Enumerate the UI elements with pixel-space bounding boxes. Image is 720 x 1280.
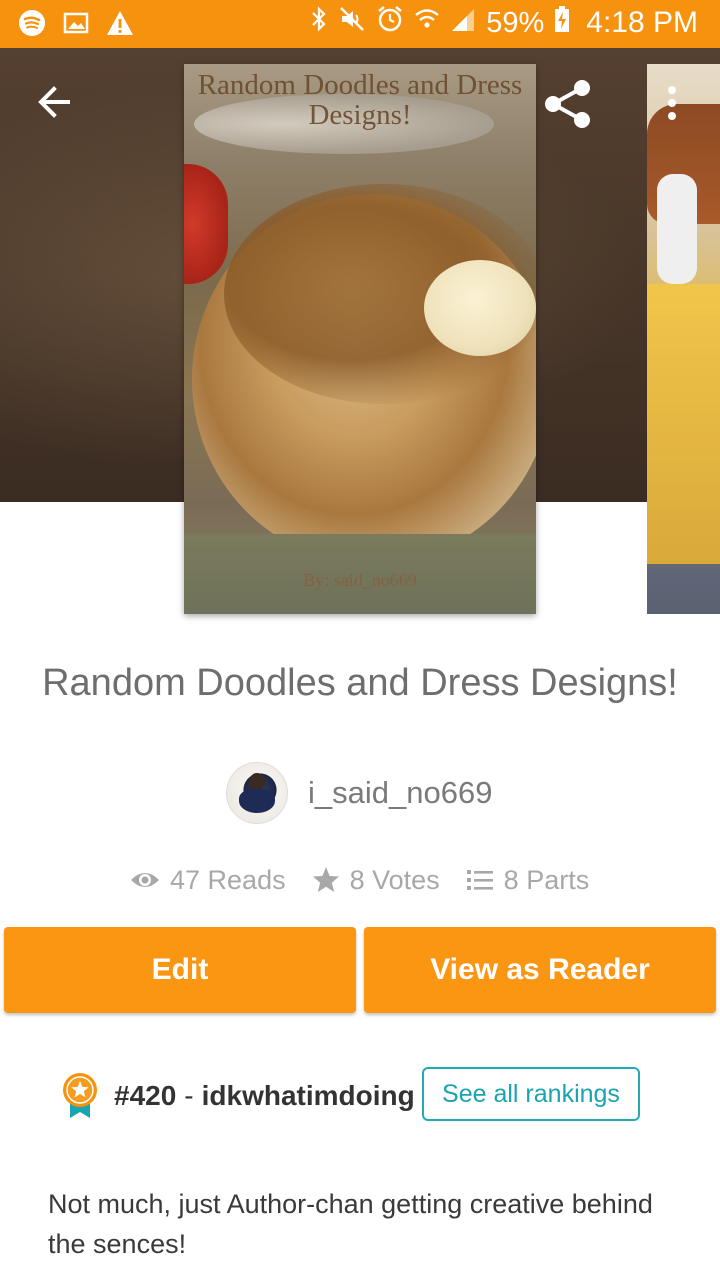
ranking-row: #420 - idkwhatimdoing: [60, 1068, 415, 1124]
status-right-icons: 59% 4:18 PM: [310, 5, 698, 41]
mute-icon: [338, 5, 366, 41]
wifi-icon: [414, 5, 440, 41]
warning-icon: [106, 9, 134, 37]
battery-charging-icon: [554, 5, 570, 41]
see-all-rankings-button[interactable]: See all rankings: [422, 1067, 640, 1121]
status-bar: 59% 4:18 PM: [0, 0, 720, 48]
ranking-badge-icon: [60, 1072, 100, 1120]
next-story-cover[interactable]: [647, 64, 720, 614]
reads-count: 47 Reads: [170, 864, 286, 895]
rank-tag[interactable]: idkwhatimdoing: [202, 1080, 415, 1112]
author-link[interactable]: i_said_no669: [226, 762, 492, 824]
author-name[interactable]: i_said_no669: [308, 775, 492, 811]
story-stats: 47 Reads 8 Votes 8 Parts: [130, 860, 615, 900]
share-button[interactable]: [542, 78, 594, 130]
votes-stat: 8 Votes: [312, 865, 440, 896]
more-options-button[interactable]: [664, 82, 680, 126]
spotify-icon: [18, 9, 46, 37]
more-vert-icon: [668, 86, 676, 120]
reads-stat: 47 Reads: [130, 865, 286, 896]
arrow-left-icon: [38, 86, 70, 118]
parts-stat: 8 Parts: [466, 864, 590, 896]
share-icon: [545, 80, 590, 128]
rank-number: #420: [114, 1080, 177, 1111]
cover-title-text: Random Doodles and Dress Designs!: [197, 69, 523, 131]
status-left-icons: [18, 9, 134, 37]
signal-icon: [450, 5, 476, 41]
rank-separator: -: [184, 1080, 194, 1111]
bluetooth-icon: [310, 5, 328, 41]
story-title: Random Doodles and Dress Designs!: [42, 662, 678, 704]
battery-percent: 59%: [486, 6, 545, 39]
votes-count: 8 Votes: [349, 864, 440, 895]
edit-button[interactable]: Edit: [4, 927, 356, 1013]
alarm-icon: [376, 5, 404, 41]
story-description: Not much, just Author-chan getting creat…: [48, 1189, 653, 1259]
eye-icon: [131, 873, 159, 887]
avatar[interactable]: [226, 762, 288, 824]
status-time: 4:18 PM: [586, 6, 698, 39]
parts-count: 8 Parts: [503, 864, 590, 895]
image-icon: [62, 9, 90, 37]
story-cover[interactable]: Random Doodles and Dress Designs! By: sa…: [184, 64, 536, 614]
cover-byline-text: By: said_no669: [303, 570, 417, 590]
list-icon: [466, 870, 493, 890]
view-as-reader-button[interactable]: View as Reader: [364, 927, 716, 1013]
back-button[interactable]: [34, 80, 78, 124]
star-icon: [312, 867, 339, 892]
